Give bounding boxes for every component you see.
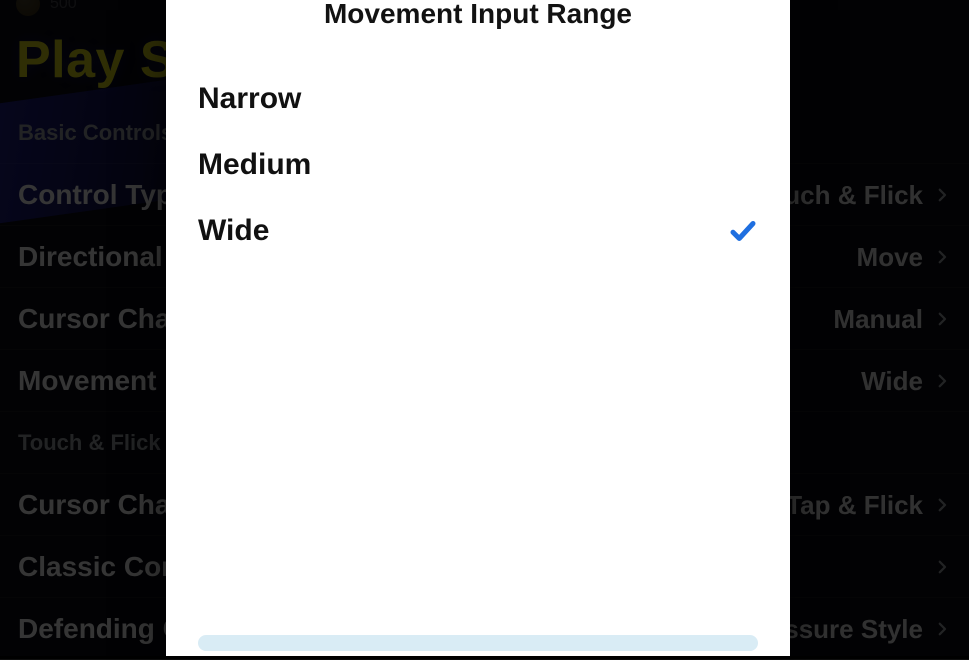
confirm-button[interactable]	[198, 635, 758, 651]
option-list: Narrow Medium Wide	[166, 66, 790, 264]
option-label: Narrow	[198, 82, 301, 116]
check-icon	[728, 216, 758, 246]
modal-title: Movement Input Range	[166, 0, 790, 30]
option-wide[interactable]: Wide	[166, 198, 790, 264]
option-label: Medium	[198, 148, 311, 182]
modal-footer	[166, 635, 790, 656]
movement-input-range-modal: Movement Input Range Narrow Medium Wide	[166, 0, 790, 656]
option-narrow[interactable]: Narrow	[166, 66, 790, 132]
option-medium[interactable]: Medium	[166, 132, 790, 198]
option-label: Wide	[198, 214, 269, 248]
